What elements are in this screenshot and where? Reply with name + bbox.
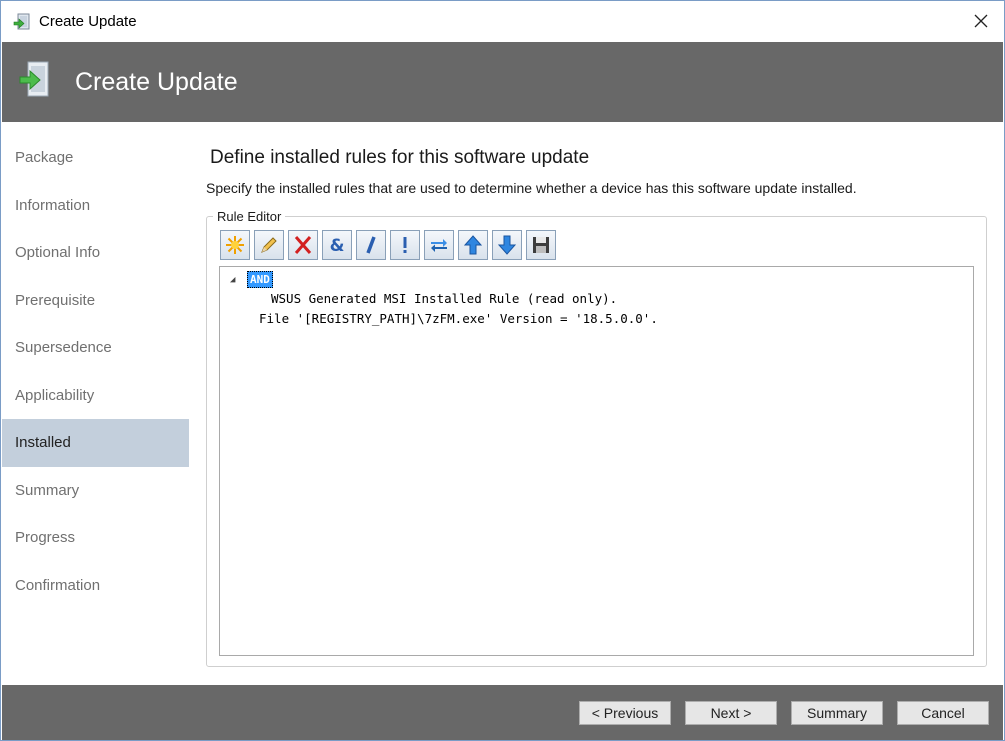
new-rule-icon [226,236,244,254]
tree-rule-line[interactable]: File '[REGISTRY_PATH]\7zFM.exe' Version … [259,311,658,326]
nav-item-optional-info[interactable]: Optional Info [2,229,189,277]
nav-item-progress[interactable]: Progress [2,514,189,562]
new-rule-button[interactable] [220,230,250,260]
nav-item-installed[interactable]: Installed [2,419,189,467]
delete-rule-button[interactable] [288,230,318,260]
not-button[interactable] [390,230,420,260]
swap-button[interactable] [424,230,454,260]
delete-rule-icon [294,236,312,254]
wizard-footer: < Previous Next > Summary Cancel [2,685,1003,740]
nav-item-applicability[interactable]: Applicability [2,372,189,420]
nav-item-information[interactable]: Information [2,182,189,230]
collapse-triangle-icon[interactable]: ◢ [230,275,235,285]
or-icon [366,236,376,254]
cancel-button[interactable]: Cancel [897,701,989,725]
wizard-title: Create Update [75,68,238,96]
edit-rule-icon [261,237,277,253]
rule-editor-toolbar: & [220,230,556,260]
save-icon [533,237,549,253]
close-icon[interactable] [958,1,1004,41]
and-icon: & [330,236,345,256]
and-button[interactable]: & [322,230,352,260]
summary-button[interactable]: Summary [791,701,883,725]
or-button[interactable] [356,230,386,260]
next-button[interactable]: Next > [685,701,777,725]
page-heading: Define installed rules for this software… [210,147,590,168]
update-app-icon [13,13,31,31]
previous-button[interactable]: < Previous [579,701,671,725]
create-update-window: Create Update Create Update Package Info… [0,0,1005,741]
update-banner-icon [18,60,52,100]
move-down-button[interactable] [492,230,522,260]
rule-editor-label: Rule Editor [213,209,286,224]
nav-item-confirmation[interactable]: Confirmation [2,562,189,610]
tree-rule-line[interactable]: WSUS Generated MSI Installed Rule (read … [271,291,617,306]
move-up-icon [463,235,483,255]
swap-icon [431,239,447,252]
nav-item-supersedence[interactable]: Supersedence [2,324,189,372]
nav-item-prerequisite[interactable]: Prerequisite [2,277,189,325]
edit-rule-button[interactable] [254,230,284,260]
title-bar: Create Update [1,1,1004,41]
save-button[interactable] [526,230,556,260]
nav-item-package[interactable]: Package [2,134,189,182]
page-description: Specify the installed rules that are use… [206,180,857,196]
not-icon [403,237,407,253]
wizard-header: Create Update [2,42,1003,122]
svg-text:&: & [330,236,345,256]
move-up-button[interactable] [458,230,488,260]
window-title: Create Update [39,13,137,30]
nav-item-summary[interactable]: Summary [2,467,189,515]
wizard-steps-nav: Package Information Optional Info Prereq… [2,134,189,609]
move-down-icon [497,235,517,255]
tree-root-and-node[interactable]: AND [247,271,273,288]
rule-tree[interactable]: ◢ AND WSUS Generated MSI Installed Rule … [219,266,974,656]
